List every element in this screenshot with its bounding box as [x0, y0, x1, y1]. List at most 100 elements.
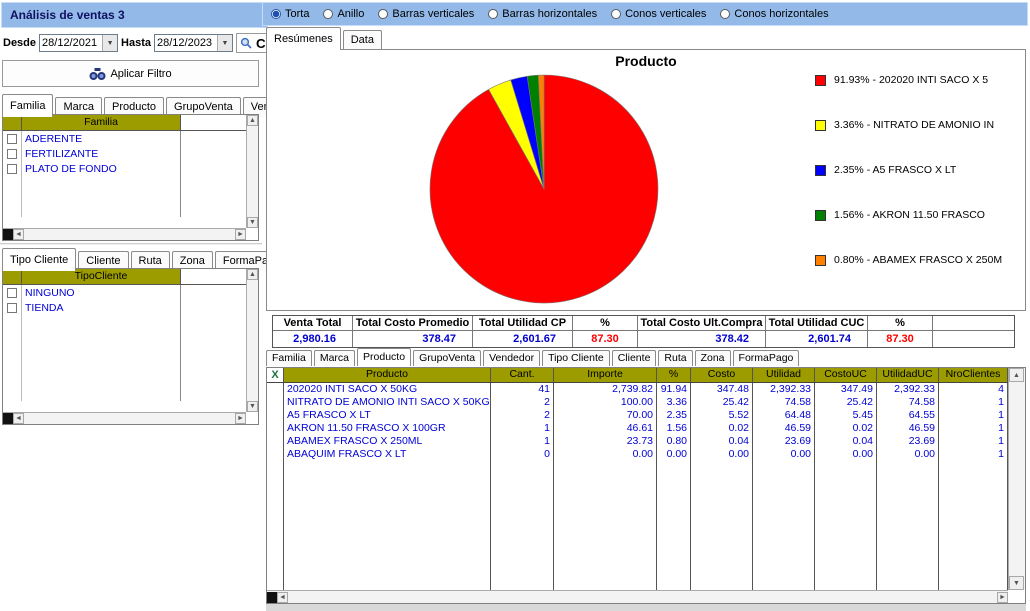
chevron-down-icon[interactable]: ▼ [217, 35, 232, 51]
column-header-utilidad[interactable]: Utilidad [753, 368, 815, 382]
radio-barras-horizontales[interactable]: Barras horizontales [488, 8, 597, 20]
tipocliente-row[interactable]: NINGUNO [3, 285, 258, 300]
table-row[interactable]: 202020 INTI SACO X 50KG412,739.8291.9434… [267, 383, 1008, 396]
value-cell: 0.00 [554, 448, 657, 461]
value-cell: 1 [939, 396, 1008, 409]
tab-resumenes[interactable]: Resúmenes [266, 27, 341, 50]
value-cell [753, 461, 815, 474]
row-select-cell [267, 578, 284, 590]
tab-data[interactable]: Data [343, 30, 382, 50]
scroll-left-icon[interactable]: ◄ [277, 592, 288, 603]
hasta-input[interactable] [155, 35, 217, 51]
detail-vertical-scrollbar[interactable]: ▲ ▼ [1008, 368, 1025, 590]
table-row[interactable]: AKRON 11.50 FRASCO X 100GR146.611.560.02… [267, 422, 1008, 435]
item-label: NINGUNO [25, 287, 75, 299]
hasta-combobox[interactable]: ▼ [154, 34, 233, 52]
excel-export-cell[interactable]: X [267, 368, 284, 382]
column-header-nroclientes[interactable]: NroClientes [939, 368, 1008, 382]
value-cell [491, 539, 554, 552]
familia-column-header: Familia [22, 115, 181, 130]
aplicar-filtro-button[interactable]: Aplicar Filtro [2, 60, 259, 87]
scroll-left-icon[interactable]: ◄ [13, 413, 24, 424]
tipocliente-row[interactable]: TIENDA [3, 300, 258, 315]
radio-conos-horizontales[interactable]: Conos horizontales [720, 8, 828, 20]
tab-tipo-cliente[interactable]: Tipo Cliente [2, 248, 76, 271]
detail-horizontal-scrollbar[interactable]: ◄ ► [267, 590, 1008, 603]
scroll-left-icon[interactable]: ◄ [13, 229, 24, 240]
familia-horizontal-scrollbar[interactable]: ◄ ► [3, 228, 246, 240]
value-cell [877, 578, 939, 590]
chart-legend: 91.93% - 202020 INTI SACO X 53.36% - NIT… [815, 74, 1002, 266]
scroll-up-icon[interactable]: ▲ [1009, 368, 1024, 382]
detail-tab-producto[interactable]: Producto [357, 348, 411, 366]
table-row[interactable]: A5 FRASCO X LT270.002.355.5264.485.4564.… [267, 409, 1008, 422]
value-cell [815, 487, 877, 500]
product-cell [284, 487, 491, 500]
checkbox[interactable] [7, 288, 17, 298]
chevron-down-icon[interactable]: ▼ [102, 35, 117, 51]
checkbox[interactable] [7, 164, 17, 174]
value-cell: 91.94 [657, 383, 691, 396]
scroll-down-icon[interactable]: ▼ [247, 401, 258, 412]
desde-input[interactable] [40, 35, 102, 51]
column-header-costo[interactable]: Costo [691, 368, 753, 382]
value-cell [939, 526, 1008, 539]
date-filter-row: Desde ▼ Hasta ▼ Consultar [3, 33, 259, 53]
scroll-down-icon[interactable]: ▼ [1009, 576, 1024, 590]
tab-familia[interactable]: Familia [2, 94, 53, 117]
detail-tab-zona[interactable]: Zona [695, 350, 731, 366]
product-cell [284, 513, 491, 526]
value-cell: 5.52 [691, 409, 753, 422]
grid-corner-grip [3, 229, 13, 240]
familia-row[interactable]: FERTILIZANTE [3, 146, 258, 161]
product-cell [284, 578, 491, 590]
radio-torta[interactable]: Torta [271, 8, 309, 20]
column-header-importe[interactable]: Importe [554, 368, 657, 382]
column-header-utilidaduc[interactable]: UtilidadUC [877, 368, 939, 382]
scroll-down-icon[interactable]: ▼ [247, 217, 258, 228]
desde-combobox[interactable]: ▼ [39, 34, 118, 52]
value-cell: 46.59 [753, 422, 815, 435]
column-header-producto[interactable]: Producto [284, 368, 491, 382]
detail-tab-cliente[interactable]: Cliente [612, 350, 657, 366]
column-header-[interactable]: % [657, 368, 691, 382]
scroll-right-icon[interactable]: ► [235, 413, 246, 424]
detail-grid-body: 202020 INTI SACO X 50KG412,739.8291.9434… [267, 383, 1008, 590]
table-row[interactable]: ABAQUIM FRASCO X LT00.000.000.000.000.00… [267, 448, 1008, 461]
detail-tab-ruta[interactable]: Ruta [658, 350, 692, 366]
table-row[interactable]: ABAMEX FRASCO X 250ML123.730.800.0423.69… [267, 435, 1008, 448]
table-row[interactable]: NITRATO DE AMONIO INTI SACO X 50KG2100.0… [267, 396, 1008, 409]
checkbox[interactable] [7, 134, 17, 144]
detail-tab-grupoventa[interactable]: GrupoVenta [413, 350, 481, 366]
radio-conos-verticales[interactable]: Conos verticales [611, 8, 706, 20]
column-header-cant[interactable]: Cant. [491, 368, 554, 382]
value-cell: 70.00 [554, 409, 657, 422]
detail-tab-marca[interactable]: Marca [314, 350, 355, 366]
detail-tab-tipo-cliente[interactable]: Tipo Cliente [542, 350, 610, 366]
column-header-costouc[interactable]: CostoUC [815, 368, 877, 382]
familia-row[interactable]: PLATO DE FONDO [3, 161, 258, 176]
value-cell [753, 565, 815, 578]
detail-tab-vendedor[interactable]: Vendedor [483, 350, 540, 366]
familia-row[interactable]: ADERENTE [3, 131, 258, 146]
scroll-up-icon[interactable]: ▲ [247, 115, 258, 126]
value-cell [815, 578, 877, 590]
radio-barras-verticales[interactable]: Barras verticales [378, 8, 474, 20]
value-cell [691, 461, 753, 474]
radio-anillo[interactable]: Anillo [323, 8, 364, 20]
row-select-cell [267, 513, 284, 526]
detail-tab-familia[interactable]: Familia [266, 350, 312, 366]
summary-header-cell: Total Costo Promedio [353, 316, 473, 331]
familia-vertical-scrollbar[interactable]: ▲ ▼ [246, 115, 258, 228]
checkbox[interactable] [7, 149, 17, 159]
tipocliente-rows: NINGUNOTIENDA [3, 285, 258, 401]
value-cell [939, 552, 1008, 565]
checkbox[interactable] [7, 303, 17, 313]
detail-tab-formapago[interactable]: FormaPago [733, 350, 800, 366]
empty-row [267, 500, 1008, 513]
tipocliente-horizontal-scrollbar[interactable]: ◄ ► [3, 412, 246, 424]
scroll-right-icon[interactable]: ► [997, 592, 1008, 603]
tipocliente-vertical-scrollbar[interactable]: ▲ ▼ [246, 269, 258, 412]
scroll-right-icon[interactable]: ► [235, 229, 246, 240]
scroll-up-icon[interactable]: ▲ [247, 269, 258, 280]
